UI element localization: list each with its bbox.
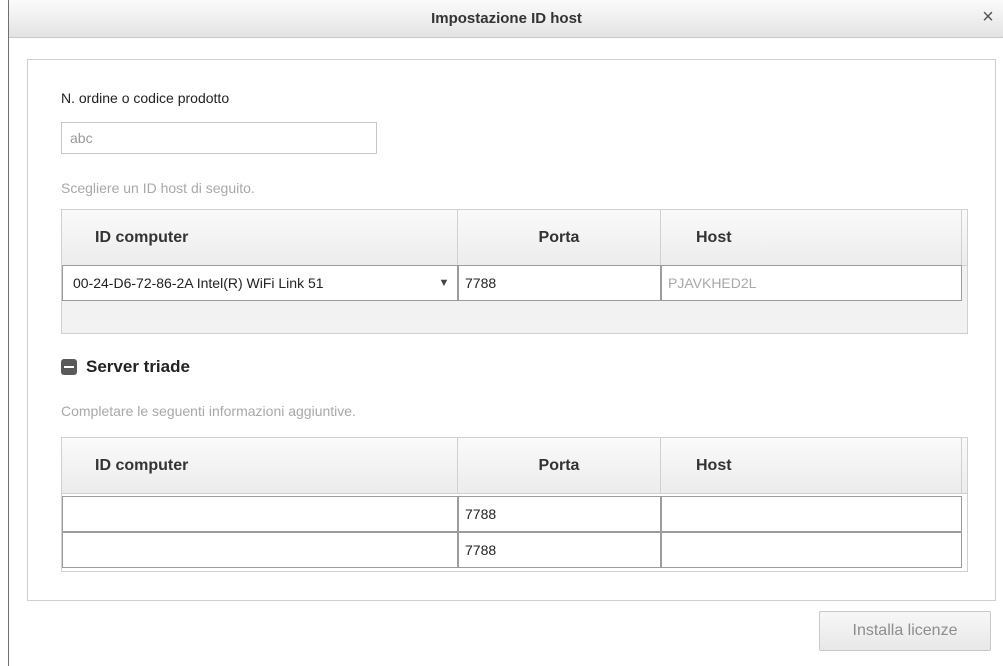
order-input[interactable] — [61, 122, 377, 154]
column-header-computer-id: ID computer — [62, 210, 458, 265]
triad-section-title: Server triade — [86, 357, 190, 376]
triad-row-1-computer-id-input[interactable] — [62, 496, 458, 532]
computer-id-select[interactable]: 00-24-D6-72-86-2A Intel(R) WiFi Link 51 … — [62, 265, 458, 301]
collapse-icon[interactable] — [61, 359, 77, 375]
port-input[interactable]: 7788 — [458, 265, 661, 301]
column-header-host: Host — [661, 210, 962, 265]
main-panel: N. ordine o codice prodotto Scegliere un… — [27, 59, 996, 601]
triad-row-1-port-input[interactable]: 7788 — [458, 496, 661, 532]
install-licenses-button[interactable]: Installa licenze — [819, 611, 991, 651]
host-id-table: ID computer Porta Host 00-24-D6-72-86-2A… — [61, 209, 968, 334]
host-field: PJAVKHED2L — [661, 265, 962, 301]
column-header-port: Porta — [458, 210, 661, 265]
triad-row-1-host-input[interactable] — [661, 496, 962, 532]
triad-hint: Completare le seguenti informazioni aggi… — [61, 403, 356, 419]
triad-row-2-port-input[interactable]: 7788 — [458, 532, 661, 568]
column-header-computer-id: ID computer — [62, 438, 458, 493]
dropdown-arrow-icon[interactable]: ▼ — [431, 266, 457, 300]
triad-row-2-host-input[interactable] — [661, 532, 962, 568]
host-id-dialog: Impostazione ID host × N. ordine o codic… — [8, 0, 1003, 666]
column-header-port: Porta — [458, 438, 661, 493]
triad-table: ID computer Porta Host 7788 7788 — [61, 437, 968, 572]
table-header: ID computer Porta Host — [62, 210, 967, 266]
triad-row-2-computer-id-input[interactable] — [62, 532, 458, 568]
dialog-title: Impostazione ID host — [431, 10, 582, 27]
order-label: N. ordine o codice prodotto — [61, 90, 230, 106]
host-id-hint: Scegliere un ID host di seguito. — [61, 180, 255, 196]
close-icon[interactable]: × — [978, 7, 998, 27]
column-header-host: Host — [661, 438, 962, 493]
table-header: ID computer Porta Host — [62, 438, 967, 494]
dialog-titlebar[interactable]: Impostazione ID host × — [9, 0, 1003, 38]
computer-id-selected-value: 00-24-D6-72-86-2A Intel(R) WiFi Link 51 — [73, 275, 324, 291]
